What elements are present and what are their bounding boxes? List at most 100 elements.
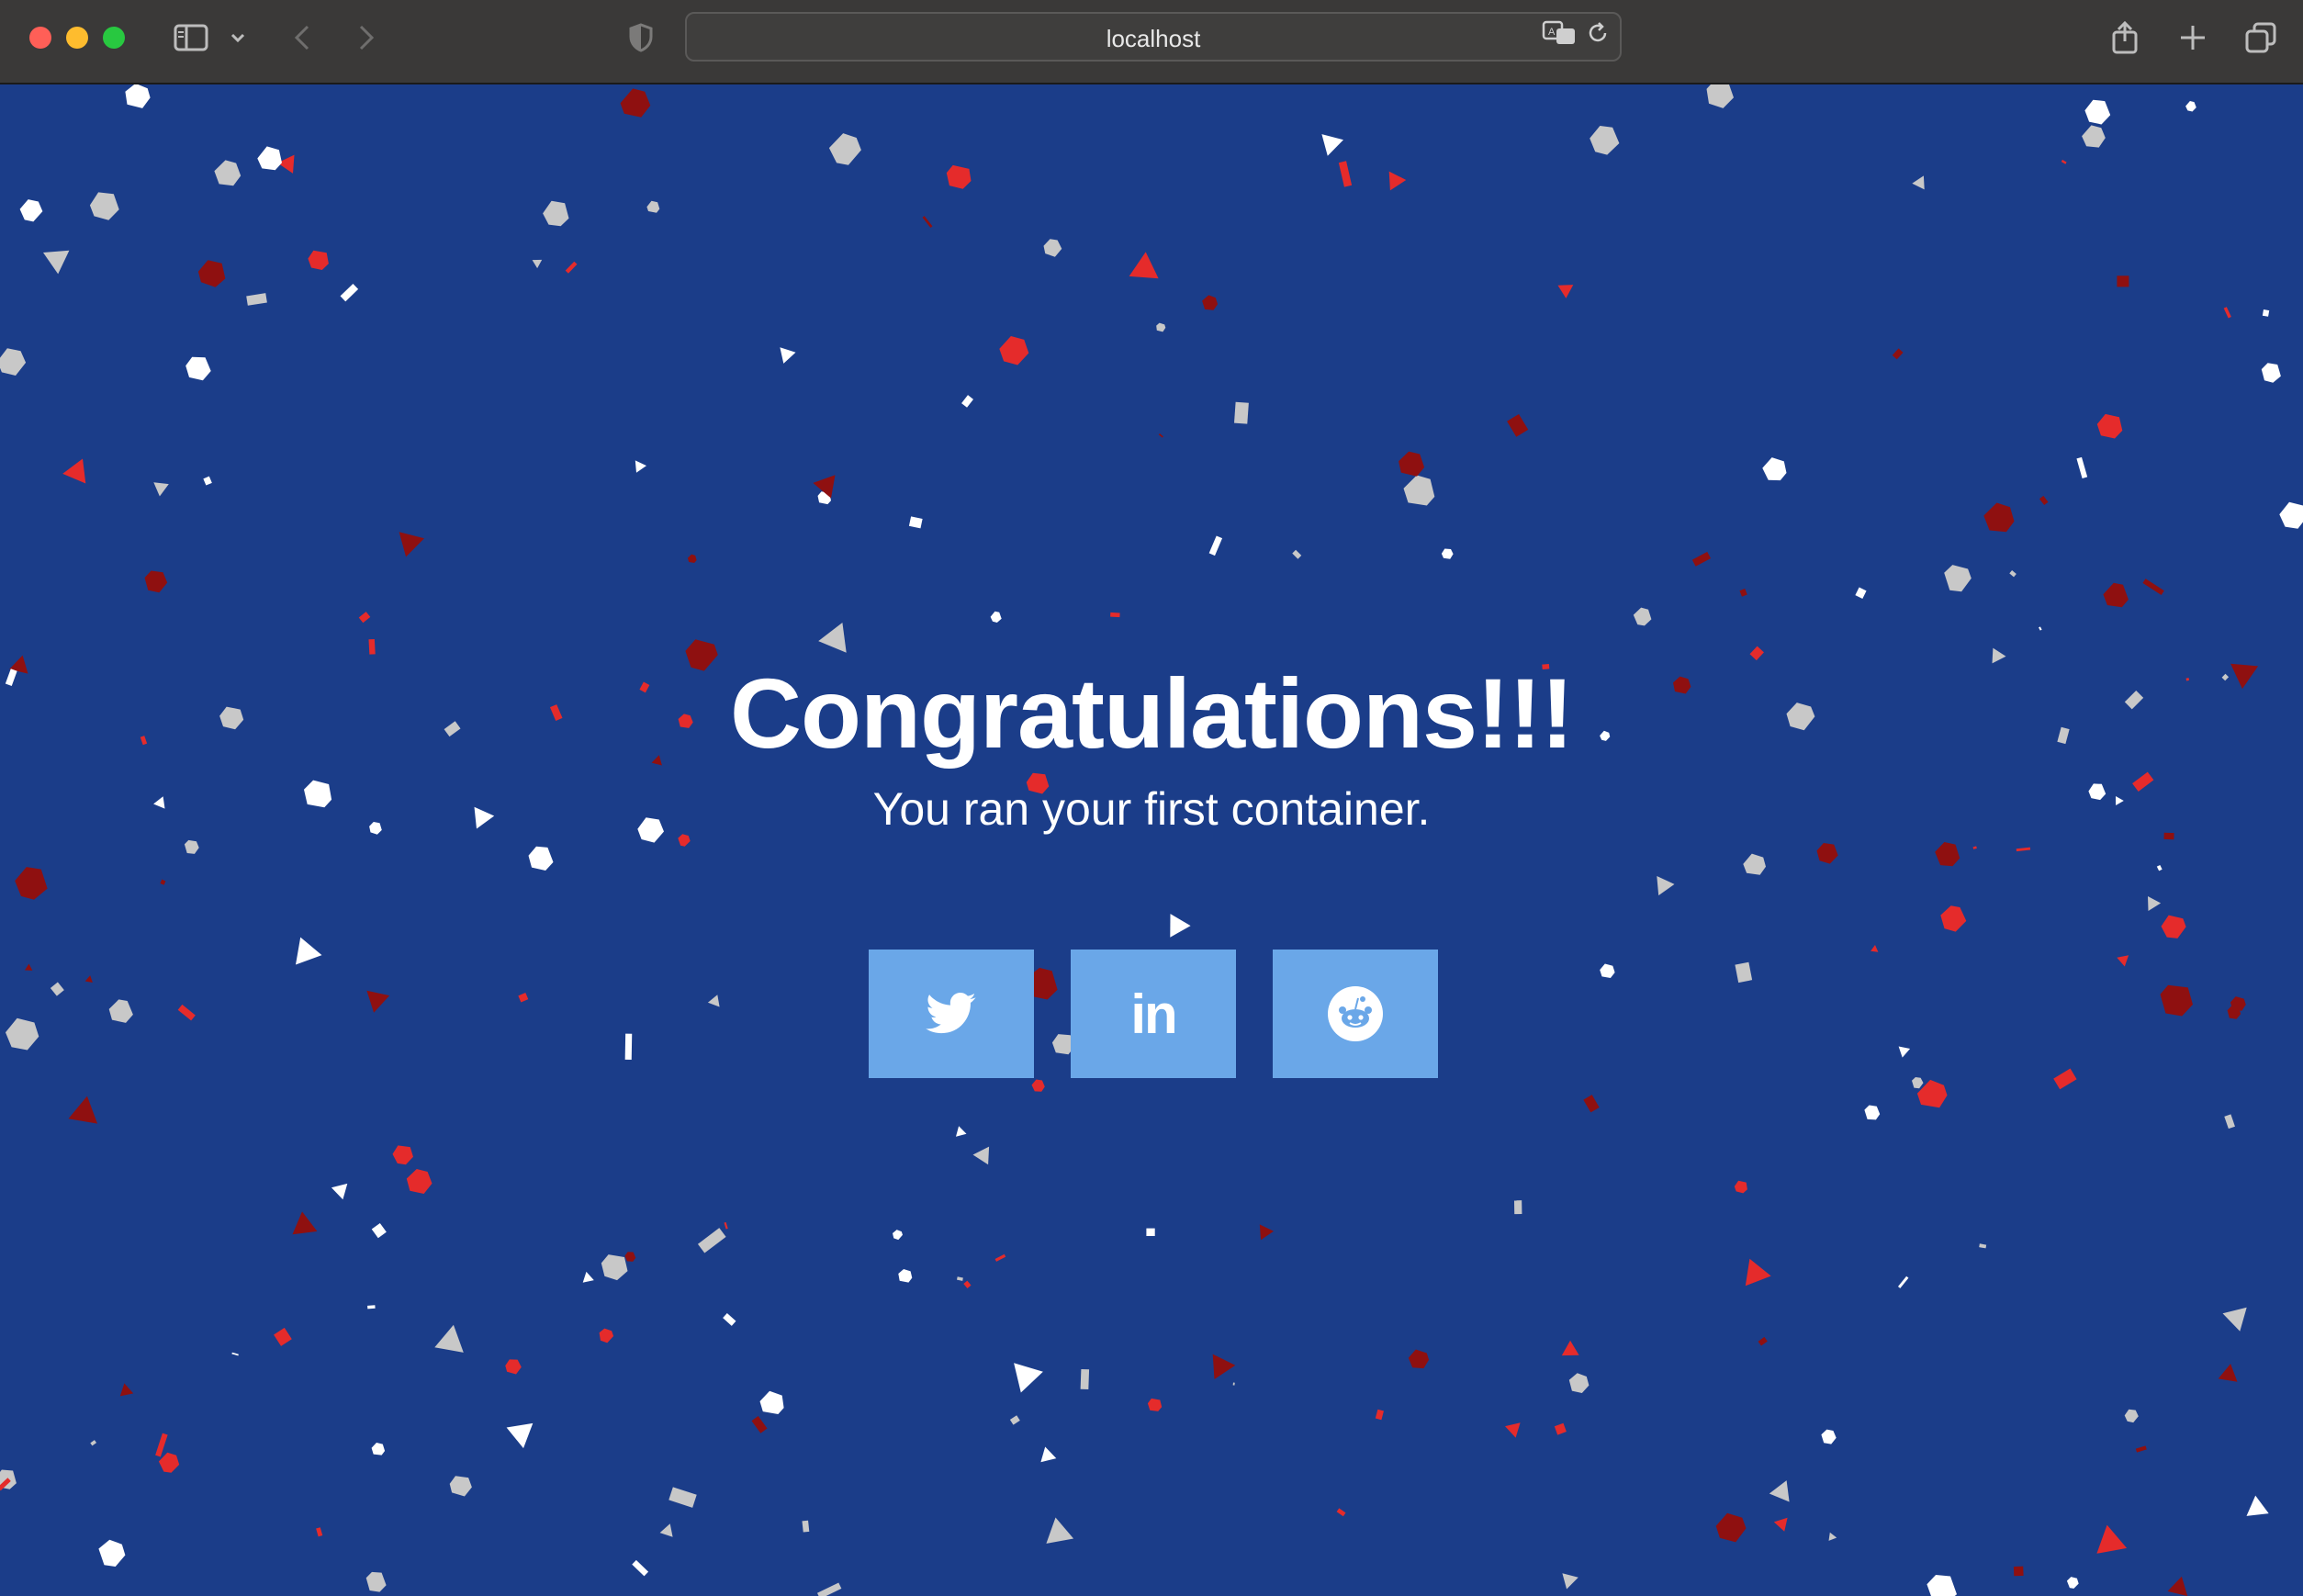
- confetti-piece: [1336, 1508, 1346, 1517]
- shield-icon[interactable]: [626, 17, 656, 59]
- sidebar-icon[interactable]: [171, 17, 211, 59]
- translate-icon[interactable]: A: [1541, 12, 1578, 54]
- confetti-piece: [1979, 1243, 1987, 1249]
- confetti-piece: [1855, 587, 1867, 600]
- twitter-share-button[interactable]: [869, 950, 1034, 1078]
- confetti-piece: [231, 1352, 239, 1356]
- linkedin-share-button[interactable]: in: [1071, 950, 1236, 1078]
- confetti-piece: [724, 1221, 728, 1230]
- confetti-piece: [2279, 501, 2303, 529]
- confetti-piece: [2124, 1409, 2139, 1423]
- confetti-piece: [246, 293, 267, 306]
- confetti-piece: [1828, 1532, 1837, 1541]
- confetti-piece: [1912, 1077, 1924, 1089]
- confetti-piece: [406, 1169, 433, 1194]
- confetti-piece: [1816, 843, 1838, 864]
- linkedin-icon: in: [1130, 983, 1177, 1045]
- confetti-piece: [1031, 1079, 1045, 1092]
- confetti-piece: [1046, 1517, 1074, 1544]
- confetti-piece: [599, 1328, 614, 1343]
- confetti-piece: [1170, 914, 1191, 938]
- confetti-piece: [316, 1527, 323, 1537]
- confetti-piece: [687, 554, 697, 563]
- confetti-piece: [506, 1422, 534, 1449]
- url-text: localhost: [1106, 25, 1201, 52]
- confetti-piece: [505, 1359, 522, 1375]
- tab-overview-icon[interactable]: [2244, 17, 2277, 59]
- confetti-piece: [2218, 1364, 2238, 1382]
- confetti-piece: [1208, 535, 1223, 556]
- confetti-piece: [994, 1253, 1006, 1262]
- confetti-piece: [1513, 1200, 1522, 1215]
- confetti-piece: [1441, 548, 1454, 559]
- confetti-piece: [155, 1433, 168, 1457]
- back-icon[interactable]: [288, 17, 316, 59]
- confetti-piece: [160, 879, 166, 885]
- confetti-piece: [331, 1183, 348, 1200]
- close-window-button[interactable]: [29, 27, 51, 49]
- confetti-piece: [1972, 846, 1977, 849]
- confetti-piece: [25, 963, 33, 971]
- confetti-piece: [1040, 1446, 1057, 1463]
- maximize-window-button[interactable]: [103, 27, 125, 49]
- confetti-piece: [1505, 1422, 1521, 1438]
- confetti-piece: [601, 1254, 628, 1281]
- confetti-piece: [1706, 84, 1734, 108]
- forward-icon[interactable]: [353, 17, 380, 59]
- confetti-piece: [2160, 984, 2193, 1017]
- confetti-piece: [582, 1271, 594, 1283]
- confetti-piece: [632, 1559, 649, 1577]
- confetti-piece: [2156, 864, 2163, 871]
- confetti-piece: [2016, 847, 2031, 852]
- confetti-piece: [84, 975, 93, 983]
- confetti-piece: [816, 1582, 842, 1596]
- confetti-piece: [1773, 1517, 1788, 1532]
- confetti-piece: [1944, 565, 1972, 592]
- confetti-piece: [90, 1440, 97, 1446]
- confetti-piece: [1633, 607, 1652, 626]
- confetti-piece: [1762, 457, 1787, 481]
- confetti-piece: [2262, 309, 2270, 317]
- reddit-icon: [1328, 986, 1383, 1041]
- address-bar[interactable]: localhost A: [685, 12, 1622, 62]
- confetti-piece: [528, 846, 554, 871]
- confetti-piece: [1745, 1258, 1771, 1287]
- confetti-piece: [1743, 853, 1766, 875]
- reload-icon[interactable]: [1583, 12, 1612, 54]
- confetti-piece: [1568, 1373, 1590, 1393]
- confetti-piece: [2039, 626, 2042, 631]
- minimize-window-button[interactable]: [66, 27, 88, 49]
- twitter-icon: [926, 993, 976, 1034]
- confetti-piece: [371, 1443, 386, 1456]
- confetti-piece: [119, 1383, 134, 1397]
- confetti-piece: [707, 995, 720, 1007]
- confetti-piece: [274, 1327, 292, 1346]
- confetti-piece: [2082, 125, 2106, 148]
- confetti-piece: [543, 200, 569, 227]
- confetti-piece: [898, 1269, 913, 1283]
- chevron-down-icon[interactable]: [228, 17, 248, 59]
- reddit-share-button[interactable]: [1273, 950, 1438, 1078]
- confetti-piece: [1715, 1512, 1747, 1543]
- confetti-piece: [1375, 1409, 1384, 1421]
- confetti-piece: [1110, 612, 1120, 618]
- svg-text:A: A: [1548, 27, 1556, 38]
- share-icon[interactable]: [2108, 17, 2141, 59]
- confetti-piece: [802, 1520, 810, 1533]
- confetti-piece: [367, 1305, 376, 1309]
- confetti-piece: [624, 1252, 636, 1262]
- confetti-piece: [1043, 239, 1062, 257]
- confetti-piece: [19, 199, 43, 222]
- confetti-piece: [990, 611, 1002, 623]
- confetti-piece: [296, 937, 322, 965]
- confetti-piece: [751, 1415, 768, 1433]
- new-tab-icon[interactable]: [2176, 17, 2209, 59]
- confetti-piece: [366, 990, 390, 1013]
- confetti-piece: [1338, 161, 1353, 187]
- confetti-piece: [1212, 1354, 1236, 1379]
- confetti-piece: [956, 1126, 967, 1137]
- confetti-piece: [2039, 495, 2049, 506]
- confetti-piece: [723, 1312, 736, 1326]
- confetti-piece: [184, 839, 199, 854]
- confetti-piece: [144, 570, 168, 593]
